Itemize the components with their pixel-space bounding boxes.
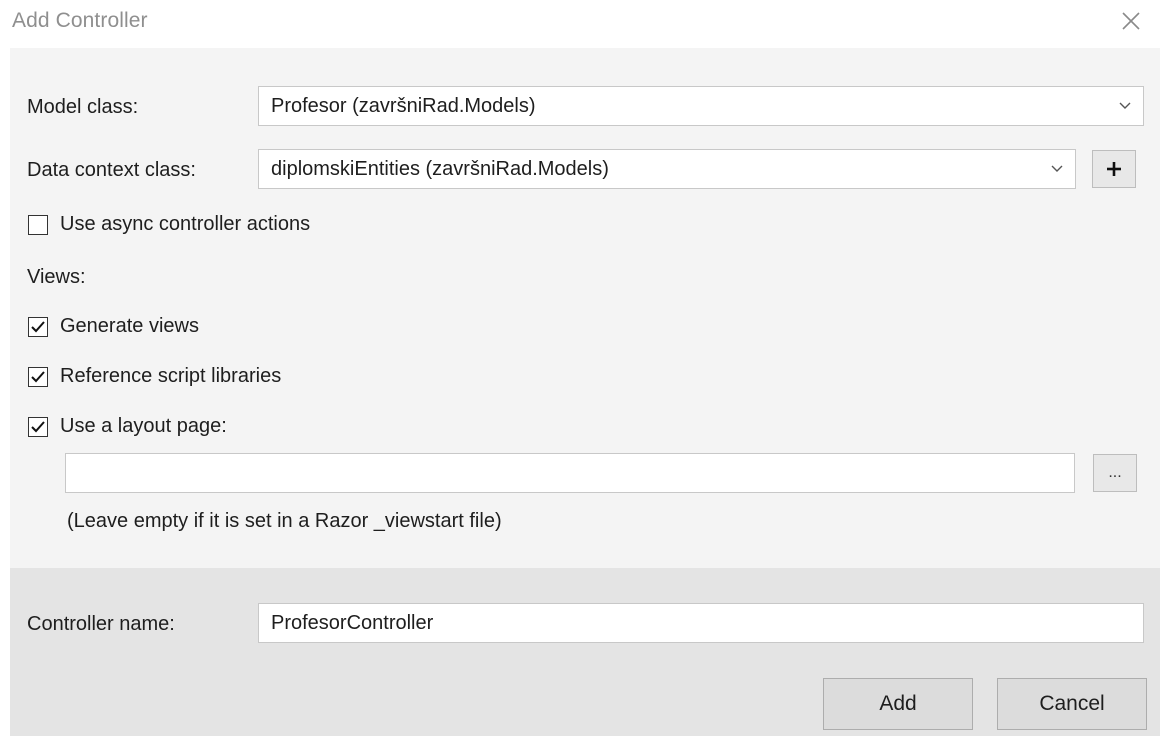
use-async-label: Use async controller actions: [60, 213, 311, 235]
dialog-footer: [10, 568, 1160, 736]
checkmark-icon: [31, 420, 45, 432]
browse-layout-button[interactable]: ...: [1093, 454, 1137, 492]
close-icon: [1122, 12, 1140, 30]
reference-scripts-checkbox[interactable]: [28, 366, 48, 387]
use-layout-page-checkbox[interactable]: [28, 416, 48, 437]
use-layout-page-label: Use a layout page:: [60, 415, 227, 437]
layout-page-input[interactable]: [65, 453, 1075, 493]
generate-views-checkbox[interactable]: [28, 316, 48, 337]
views-heading: Views:: [27, 266, 86, 288]
add-controller-dialog: Add Controller Model class: Profesor (za…: [0, 0, 1160, 736]
chevron-down-icon: [1039, 150, 1075, 188]
plus-icon: [1107, 162, 1121, 176]
layout-page-hint: (Leave empty if it is set in a Razor _vi…: [67, 510, 502, 532]
model-class-value: Profesor (završniRad.Models): [271, 94, 536, 117]
add-data-context-button[interactable]: [1092, 150, 1136, 188]
data-context-class-value: diplomskiEntities (završniRad.Models): [271, 157, 609, 180]
use-layout-page-checkbox-row[interactable]: Use a layout page:: [28, 415, 227, 438]
checkmark-icon: [31, 370, 45, 382]
generate-views-checkbox-row[interactable]: Generate views: [28, 315, 199, 338]
chevron-down-icon: [1107, 87, 1143, 125]
data-context-class-dropdown[interactable]: diplomskiEntities (završniRad.Models): [258, 149, 1076, 189]
cancel-button[interactable]: Cancel: [997, 678, 1147, 730]
use-async-checkbox-row[interactable]: Use async controller actions: [28, 213, 310, 236]
checkmark-icon: [31, 320, 45, 332]
data-context-class-label: Data context class:: [27, 159, 196, 181]
title-bar: Add Controller: [0, 0, 1160, 48]
add-button[interactable]: Add: [823, 678, 973, 730]
model-class-dropdown[interactable]: Profesor (završniRad.Models): [258, 86, 1144, 126]
model-class-label: Model class:: [27, 96, 139, 118]
close-button[interactable]: [1116, 6, 1146, 36]
controller-name-input[interactable]: [258, 603, 1144, 643]
controller-name-label: Controller name:: [27, 613, 175, 635]
generate-views-label: Generate views: [60, 315, 199, 337]
dialog-title: Add Controller: [12, 9, 148, 32]
use-async-checkbox[interactable]: [28, 214, 48, 235]
reference-scripts-label: Reference script libraries: [60, 365, 282, 387]
reference-scripts-checkbox-row[interactable]: Reference script libraries: [28, 365, 281, 388]
